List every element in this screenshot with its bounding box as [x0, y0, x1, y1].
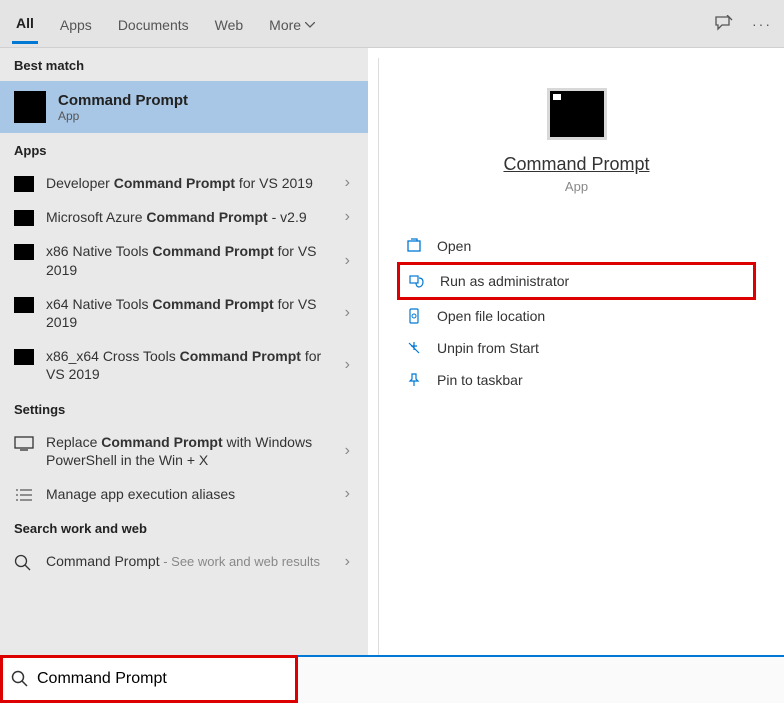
best-match-sub: App: [58, 109, 188, 123]
action-loc-label: Open file location: [437, 308, 545, 324]
folder-icon: [405, 307, 423, 325]
best-match-title: Command Prompt: [58, 92, 188, 109]
tab-apps[interactable]: Apps: [56, 5, 96, 43]
command-prompt-icon: [14, 349, 34, 365]
preview-app-icon: [547, 88, 607, 140]
app-result-item[interactable]: x64 Native Tools Command Prompt for VS 2…: [0, 287, 368, 339]
command-prompt-icon: [14, 91, 46, 123]
chevron-right-icon[interactable]: ›: [341, 485, 354, 503]
shield-icon: [408, 272, 426, 290]
app-result-text: x86_x64 Cross Tools Command Prompt for V…: [46, 347, 341, 383]
search-bar: [0, 655, 784, 703]
preview-title[interactable]: Command Prompt: [389, 154, 764, 175]
results-panel: Best match Command Prompt App Apps Devel…: [0, 48, 368, 655]
settings-item-replace-cmd[interactable]: Replace Command Prompt with Windows Powe…: [0, 425, 368, 477]
app-result-text: Developer Command Prompt for VS 2019: [46, 174, 341, 192]
app-result-item[interactable]: Developer Command Prompt for VS 2019›: [0, 166, 368, 200]
preview-panel: Command Prompt App Open Run as administr…: [378, 58, 774, 655]
app-result-text: x64 Native Tools Command Prompt for VS 2…: [46, 295, 341, 331]
feedback-icon[interactable]: [714, 15, 734, 33]
chevron-right-icon[interactable]: ›: [341, 442, 354, 460]
settings-monitor-icon: [14, 435, 34, 451]
open-icon: [405, 237, 423, 255]
more-options-icon[interactable]: ···: [752, 16, 772, 32]
search-tabs-bar: All Apps Documents Web More ···: [0, 0, 784, 48]
action-pin-taskbar[interactable]: Pin to taskbar: [397, 364, 756, 396]
workweb-item-text: Command Prompt - See work and web result…: [46, 552, 341, 571]
section-workweb: Search work and web: [0, 511, 368, 544]
app-result-text: x86 Native Tools Command Prompt for VS 2…: [46, 242, 341, 278]
best-match-item[interactable]: Command Prompt App: [0, 81, 368, 133]
tab-all[interactable]: All: [12, 3, 38, 44]
app-result-item[interactable]: x86 Native Tools Command Prompt for VS 2…: [0, 234, 368, 286]
command-prompt-icon: [14, 244, 34, 260]
tab-web[interactable]: Web: [211, 5, 248, 43]
search-icon: [11, 670, 29, 688]
action-pin-label: Pin to taskbar: [437, 372, 523, 388]
action-run-as-admin[interactable]: Run as administrator: [397, 262, 756, 300]
action-admin-label: Run as administrator: [440, 273, 569, 289]
action-open-label: Open: [437, 238, 471, 254]
tab-more-label: More: [269, 17, 301, 33]
tab-documents[interactable]: Documents: [114, 5, 193, 43]
settings-item-text: Replace Command Prompt with Windows Powe…: [46, 433, 341, 469]
chevron-down-icon: [305, 22, 315, 28]
tabs-container: All Apps Documents Web More: [12, 3, 714, 44]
workweb-item[interactable]: Command Prompt - See work and web result…: [0, 544, 368, 579]
chevron-right-icon[interactable]: ›: [341, 304, 354, 322]
settings-item-text: Manage app execution aliases: [46, 485, 341, 503]
section-settings: Settings: [0, 392, 368, 425]
preview-actions: Open Run as administrator Open file loca…: [389, 230, 764, 396]
main-area: Best match Command Prompt App Apps Devel…: [0, 48, 784, 655]
action-open[interactable]: Open: [397, 230, 756, 262]
search-input[interactable]: [37, 670, 287, 688]
command-prompt-icon: [14, 176, 34, 192]
app-result-item[interactable]: Microsoft Azure Command Prompt - v2.9›: [0, 200, 368, 234]
chevron-right-icon[interactable]: ›: [341, 208, 354, 226]
app-result-text: Microsoft Azure Command Prompt - v2.9: [46, 208, 341, 226]
unpin-icon: [405, 339, 423, 357]
pin-icon: [405, 371, 423, 389]
command-prompt-icon: [14, 297, 34, 313]
chevron-right-icon[interactable]: ›: [341, 356, 354, 374]
command-prompt-icon: [14, 210, 34, 226]
section-best-match: Best match: [0, 48, 368, 81]
action-open-file-location[interactable]: Open file location: [397, 300, 756, 332]
chevron-right-icon[interactable]: ›: [341, 252, 354, 270]
search-bar-remainder: [298, 655, 784, 703]
action-unpin-label: Unpin from Start: [437, 340, 539, 356]
chevron-right-icon[interactable]: ›: [341, 174, 354, 192]
settings-item-aliases[interactable]: Manage app execution aliases ›: [0, 477, 368, 511]
tab-more[interactable]: More: [265, 5, 319, 43]
app-result-item[interactable]: x86_x64 Cross Tools Command Prompt for V…: [0, 339, 368, 391]
search-input-container[interactable]: [0, 655, 298, 703]
preview-subtitle: App: [389, 179, 764, 194]
action-unpin-start[interactable]: Unpin from Start: [397, 332, 756, 364]
section-apps: Apps: [0, 133, 368, 166]
top-right-controls: ···: [714, 15, 772, 33]
search-icon: [14, 554, 34, 570]
chevron-right-icon[interactable]: ›: [341, 553, 354, 571]
settings-list-icon: [14, 487, 34, 503]
